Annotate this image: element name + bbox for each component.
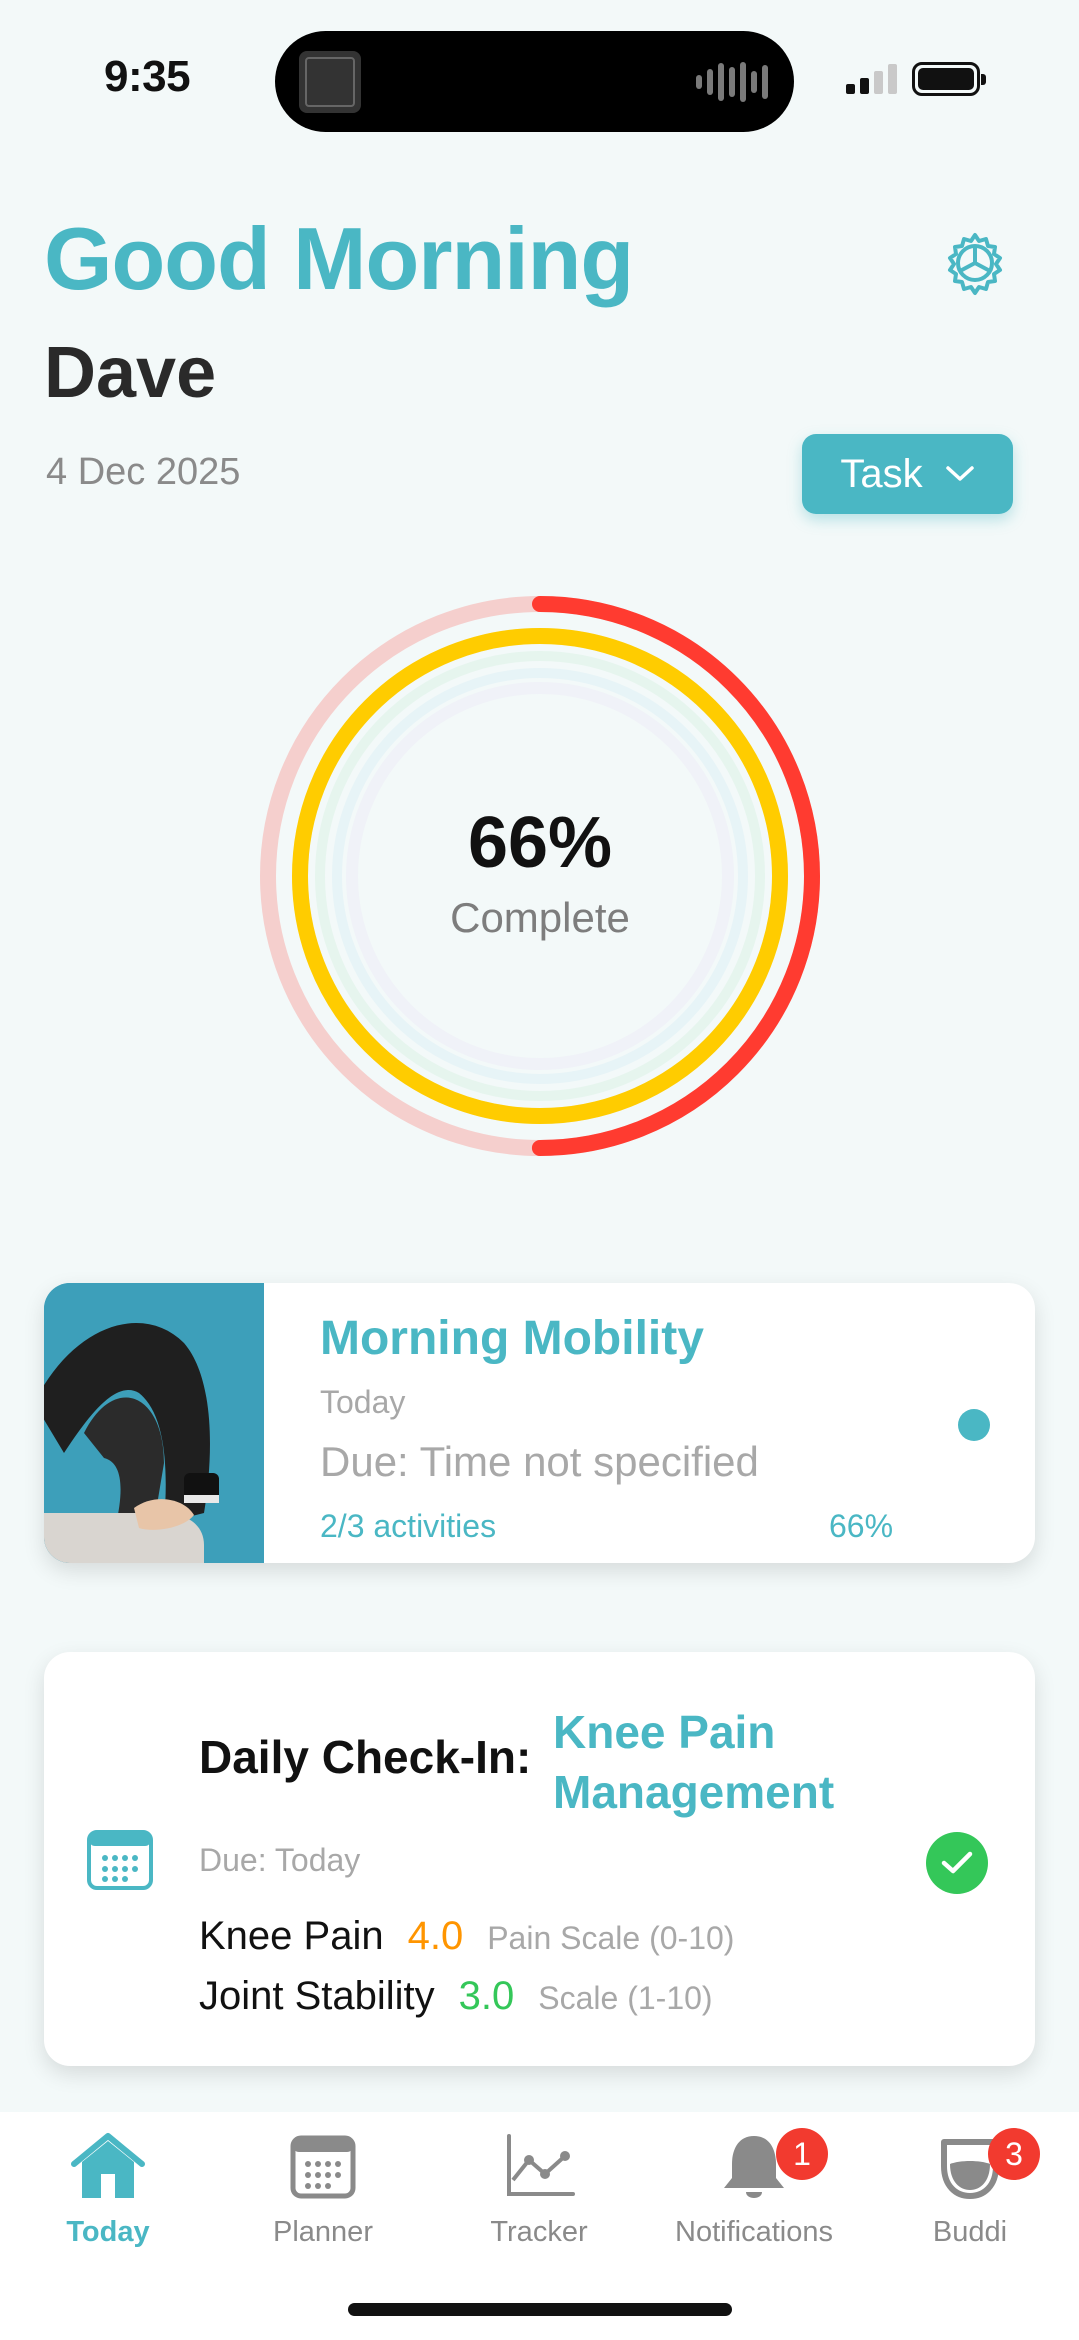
tab-buddi[interactable]: Buddi 3 bbox=[880, 2128, 1060, 2280]
chart-icon bbox=[507, 2134, 575, 2196]
now-playing-artwork bbox=[299, 51, 361, 113]
progress-rings: 66% Complete bbox=[254, 590, 826, 1162]
metric-name: Knee Pain bbox=[199, 1914, 384, 1958]
tab-label: Notifications bbox=[675, 2216, 833, 2248]
notification-badge: 3 bbox=[988, 2128, 1040, 2180]
user-name: Dave bbox=[44, 333, 217, 413]
home-icon bbox=[71, 2133, 145, 2198]
tab-tracker[interactable]: Tracker bbox=[449, 2130, 629, 2280]
daily-checkin-card[interactable]: Daily Check-In: Knee Pain Management Due… bbox=[44, 1652, 1035, 2066]
mobility-activities-count: 2/3 activities bbox=[320, 1508, 497, 1544]
metric-scale: Pain Scale (0-10) bbox=[487, 1920, 735, 1956]
tab-notifications[interactable]: Notifications 1 bbox=[664, 2128, 844, 2280]
metric-value: 4.0 bbox=[407, 1914, 464, 1958]
battery-icon bbox=[912, 62, 986, 96]
home-indicator[interactable] bbox=[348, 2303, 732, 2316]
status-time: 9:35 bbox=[104, 52, 191, 101]
metric-value: 3.0 bbox=[458, 1974, 515, 2018]
morning-mobility-card[interactable]: Morning Mobility Today Due: Time not spe… bbox=[44, 1283, 1035, 1563]
chevron-down-icon bbox=[945, 466, 974, 481]
metric-scale: Scale (1-10) bbox=[538, 1980, 713, 2016]
mobility-due: Due: Time not specified bbox=[320, 1438, 759, 1485]
checkin-title: Daily Check-In: bbox=[199, 1731, 532, 1783]
mobility-percent: 66% bbox=[829, 1508, 894, 1544]
tab-today[interactable]: Today bbox=[18, 2130, 198, 2280]
completed-check-icon bbox=[926, 1832, 988, 1894]
greeting-title: Good Morning bbox=[44, 209, 634, 308]
metric-row-knee-pain: Knee Pain 4.0 Pain Scale (0-10) bbox=[199, 1914, 734, 1959]
settings-gear-icon[interactable] bbox=[942, 230, 1008, 296]
cellular-signal-icon bbox=[846, 64, 897, 94]
tab-label: Tracker bbox=[490, 2216, 588, 2248]
dynamic-island bbox=[275, 31, 794, 132]
calendar-icon bbox=[290, 2135, 356, 2199]
checkin-topic: Knee Pain Management bbox=[553, 1706, 835, 1818]
task-button-label: Task bbox=[840, 451, 923, 496]
tab-planner[interactable]: Planner bbox=[233, 2130, 413, 2280]
metric-row-joint-stability: Joint Stability 3.0 Scale (1-10) bbox=[199, 1974, 713, 2019]
progress-caption: Complete bbox=[450, 894, 630, 941]
checkin-due: Due: Today bbox=[199, 1842, 361, 1878]
mobility-title: Morning Mobility bbox=[320, 1312, 704, 1365]
tab-label: Planner bbox=[273, 2216, 373, 2248]
calendar-icon bbox=[87, 1830, 153, 1890]
status-dot-icon bbox=[958, 1409, 990, 1441]
tab-label: Buddi bbox=[932, 2216, 1008, 2248]
audio-wave-icon bbox=[696, 61, 768, 103]
current-date: 4 Dec 2025 bbox=[46, 451, 241, 493]
tab-label: Today bbox=[66, 2216, 150, 2248]
mobility-day: Today bbox=[320, 1384, 406, 1420]
metric-name: Joint Stability bbox=[199, 1974, 435, 2018]
task-dropdown-button[interactable]: Task bbox=[802, 434, 1013, 514]
notification-badge: 1 bbox=[776, 2128, 828, 2180]
mobility-exercise-photo bbox=[44, 1283, 264, 1563]
progress-percent: 66% bbox=[467, 803, 613, 883]
